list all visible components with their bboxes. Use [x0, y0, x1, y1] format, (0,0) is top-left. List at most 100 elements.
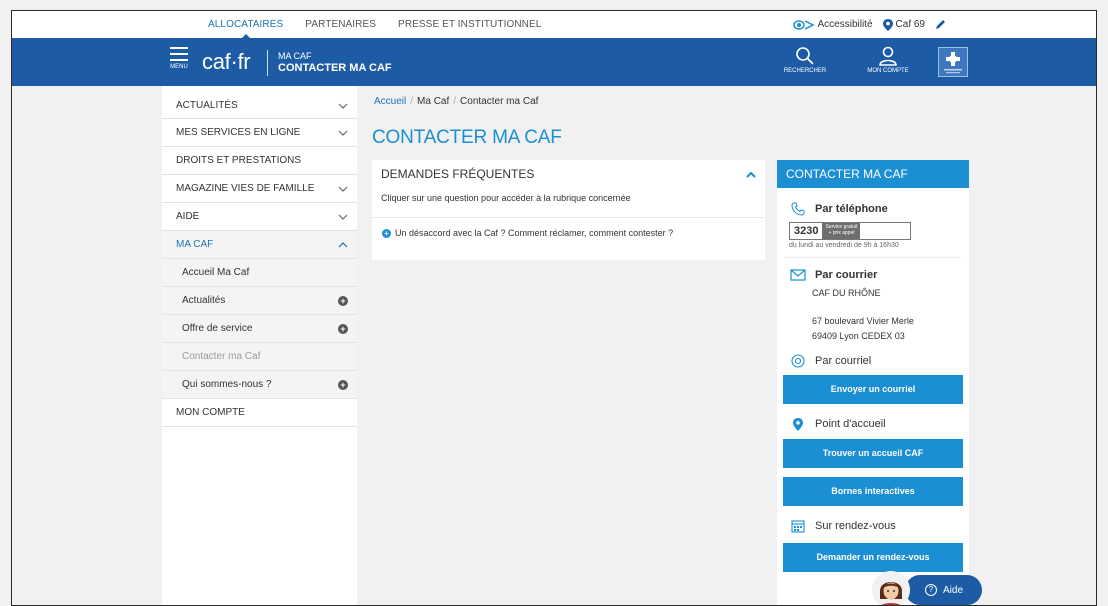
sidebar-subitem-contacter: Contacter ma Caf	[162, 343, 357, 371]
sidebar-item-services[interactable]: MES SERVICES EN LIGNE	[162, 119, 357, 147]
help-question-icon: ?	[925, 584, 937, 596]
phone-tag-line2: + prix appel	[828, 230, 855, 236]
plus-circle-icon: +	[382, 228, 391, 238]
expand-plus-icon[interactable]: +	[338, 379, 348, 390]
sidebar-subitem-accueil[interactable]: Accueil Ma Caf	[162, 259, 357, 287]
accessibility-icon	[792, 19, 815, 30]
accessibility-label: Accessibilité	[817, 19, 873, 30]
header-section-small: MA CAF	[278, 51, 312, 61]
nav-allocataires[interactable]: ALLOCATAIRES	[208, 19, 283, 39]
kiosk-button[interactable]: Bornes interactives	[783, 477, 963, 506]
expand-plus-icon[interactable]: +	[338, 295, 348, 306]
faq-title: DEMANDES FRÉQUENTES	[381, 167, 535, 181]
phone-number: 3230	[794, 225, 819, 237]
menu-button[interactable]: MENU	[162, 44, 196, 92]
user-icon	[879, 46, 897, 66]
pencil-icon	[936, 20, 945, 29]
sidebar-subitem-label: Accueil Ma Caf	[182, 267, 250, 278]
contact-panel: CONTACTER MA CAF Par téléphone 3230 Serv…	[777, 160, 969, 605]
nav-partenaires[interactable]: PARTENAIRES	[305, 19, 376, 30]
search-icon	[796, 47, 814, 65]
sidebar-subitem-offre[interactable]: Offre de service +	[162, 315, 357, 343]
header-section: MA CAF CONTACTER MA CAF	[278, 51, 392, 75]
sidebar-item-ma-caf[interactable]: MA CAF	[162, 231, 357, 259]
header-section-title: CONTACTER MA CAF	[278, 62, 392, 74]
chevron-down-icon	[338, 214, 348, 220]
sidebar-item-label: MON COMPTE	[176, 407, 245, 418]
send-email-button[interactable]: Envoyer un courriel	[783, 375, 963, 404]
help-chat-button[interactable]: ? Aide	[905, 575, 982, 605]
mail-label: Par courrier	[815, 269, 878, 281]
sidebar-item-mon-compte[interactable]: MON COMPTE	[162, 399, 357, 427]
sidebar-item-label: MES SERVICES EN LIGNE	[176, 127, 301, 138]
location-pin-icon	[789, 416, 807, 432]
breadcrumb: Accueil / Ma Caf / Contacter ma Caf	[374, 96, 539, 107]
find-office-button[interactable]: Trouver un accueil CAF	[783, 439, 963, 468]
help-chat-label: Aide	[943, 584, 964, 596]
breadcrumb-parent[interactable]: Ma Caf	[417, 96, 449, 107]
chevron-down-icon	[338, 130, 348, 136]
request-appointment-button[interactable]: Demander un rendez-vous	[783, 543, 963, 572]
sidebar-item-magazine[interactable]: MAGAZINE VIES DE FAMILLE	[162, 175, 357, 203]
breadcrumb-home[interactable]: Accueil	[374, 96, 406, 107]
phone-number-box[interactable]: 3230 Service gratuit + prix appel	[789, 222, 911, 240]
sidebar-item-droits[interactable]: DROITS ET PRESTATIONS	[162, 147, 357, 175]
contact-title: CONTACTER MA CAF	[777, 160, 969, 188]
rdv-section: Sur rendez-vous	[789, 518, 961, 534]
top-bar: ALLOCATAIRES PARTENAIRES PRESSE ET INSTI…	[12, 11, 1096, 39]
browser-viewport: ALLOCATAIRES PARTENAIRES PRESSE ET INSTI…	[11, 10, 1097, 606]
phone-label: Par téléphone	[815, 203, 888, 215]
faq-description: Cliquer sur une question pour accéder à …	[373, 188, 764, 218]
menu-label: MENU	[170, 64, 188, 70]
top-utilities: Accessibilité Caf 69	[783, 11, 947, 38]
accessibility-link[interactable]: Accessibilité	[792, 19, 873, 30]
page-title: CONTACTER MA CAF	[372, 127, 562, 148]
sidebar-subitem-label: Qui sommes-nous ?	[182, 379, 272, 390]
main-header: MENU caf·fr MA CAF CONTACTER MA CAF RECH…	[12, 38, 1096, 92]
faq-question[interactable]: + Un désaccord avec la Caf ? Comment réc…	[372, 218, 765, 248]
republique-francaise-logo	[938, 47, 968, 77]
rdv-label: Sur rendez-vous	[815, 520, 896, 532]
location-label: Caf 69	[895, 19, 925, 30]
chevron-up-icon	[338, 241, 348, 247]
at-sign-icon	[789, 353, 807, 369]
chevron-down-icon	[338, 186, 348, 192]
location-pin-icon	[882, 18, 893, 31]
sidebar-item-label: MA CAF	[176, 239, 214, 250]
envelope-icon	[789, 267, 807, 283]
calendar-icon	[789, 518, 807, 534]
sidebar-item-label: DROITS ET PRESTATIONS	[176, 155, 302, 166]
email-section: Par courriel	[789, 353, 961, 369]
collapse-caret-icon[interactable]	[746, 171, 756, 178]
account-label: MON COMPTE	[867, 68, 909, 74]
sidebar-item-label: MAGAZINE VIES DE FAMILLE	[176, 183, 315, 194]
sidebar-subitem-qui-sommes-nous[interactable]: Qui sommes-nous ? +	[162, 371, 357, 399]
sidebar-subitem-label: Offre de service	[182, 323, 253, 334]
edit-location-button[interactable]	[935, 19, 946, 30]
search-button[interactable]: RECHERCHER	[780, 46, 830, 74]
email-label: Par courriel	[815, 355, 872, 367]
sidebar-item-label: AIDE	[176, 211, 200, 222]
faq-panel: DEMANDES FRÉQUENTES Cliquer sur une ques…	[372, 160, 765, 260]
faq-question-text: Un désaccord avec la Caf ? Comment récla…	[395, 228, 674, 238]
audience-nav: ALLOCATAIRES PARTENAIRES PRESSE ET INSTI…	[208, 11, 563, 39]
hamburger-icon	[170, 47, 188, 61]
location-link[interactable]: Caf 69	[882, 18, 925, 31]
sidebar-item-actualites[interactable]: ACTUALITÉS	[162, 86, 357, 119]
faq-header[interactable]: DEMANDES FRÉQUENTES	[372, 160, 765, 188]
sidebar-subitem-label: Contacter ma Caf	[182, 351, 261, 362]
point-label: Point d'accueil	[815, 418, 886, 430]
sidebar-subitem-label: Actualités	[182, 295, 226, 306]
search-label: RECHERCHER	[783, 68, 827, 74]
assistant-avatar	[872, 571, 910, 605]
caf-logo[interactable]: caf·fr	[202, 49, 251, 75]
account-button[interactable]: MON COMPTE	[862, 46, 914, 74]
expand-plus-icon[interactable]: +	[338, 323, 348, 334]
sidebar-subitem-actualites[interactable]: Actualités +	[162, 287, 357, 315]
sidebar-item-aide[interactable]: AIDE	[162, 203, 357, 231]
mail-section: Par courrier	[789, 267, 961, 283]
phone-tag: Service gratuit + prix appel	[822, 223, 861, 239]
phone-section: Par téléphone	[789, 201, 961, 217]
nav-presse[interactable]: PRESSE ET INSTITUTIONNEL	[398, 19, 541, 30]
logo-divider	[267, 50, 268, 76]
